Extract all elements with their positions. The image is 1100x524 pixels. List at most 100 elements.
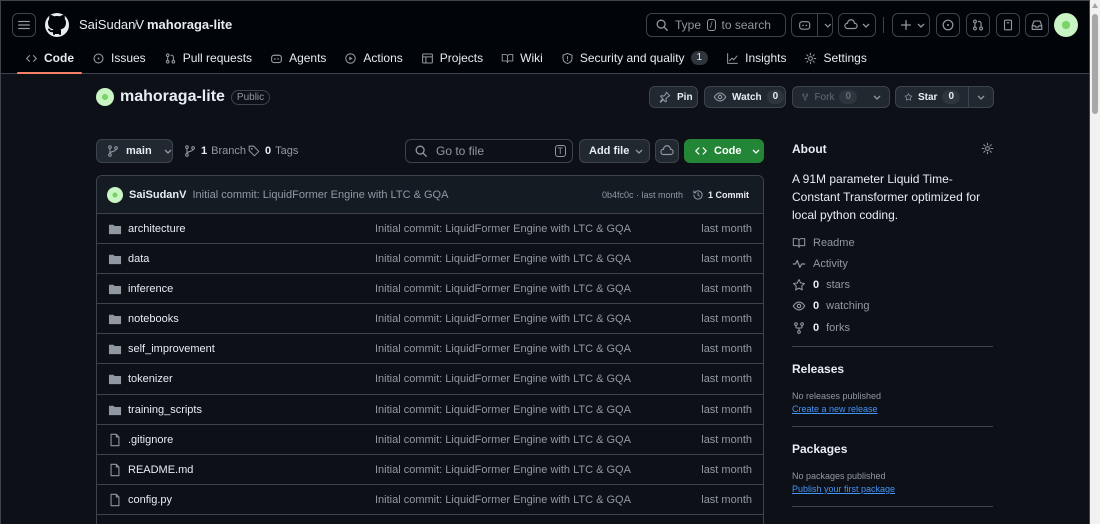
packages-heading[interactable]: Packages bbox=[792, 442, 847, 456]
file-row[interactable]: inference Initial commit: LiquidFormer En… bbox=[97, 274, 763, 305]
releases-heading[interactable]: Releases bbox=[792, 362, 844, 376]
file-commit-date: last month bbox=[701, 433, 752, 446]
file-commit-message[interactable]: Initial commit: LiquidFormer Engine with… bbox=[375, 253, 631, 265]
fork-dropdown[interactable] bbox=[865, 87, 889, 107]
file-commit-date: last month bbox=[701, 493, 752, 506]
search-placeholder-rest: to search bbox=[721, 18, 771, 32]
file-name[interactable]: self_improvement bbox=[128, 343, 215, 355]
user-avatar[interactable] bbox=[1054, 13, 1078, 37]
activity-label: Activity bbox=[813, 258, 848, 270]
fork-label: Fork bbox=[814, 91, 835, 103]
file-name[interactable]: tokenizer bbox=[128, 373, 173, 385]
file-name[interactable]: architecture bbox=[128, 223, 185, 235]
file-commit-message[interactable]: Initial commit: LiquidFormer Engine with… bbox=[375, 313, 631, 325]
commits-link[interactable]: 1 Commit bbox=[692, 189, 749, 201]
tab-insights[interactable]: Insights bbox=[718, 45, 794, 71]
tab-security-and-quality[interactable]: Security and quality 1 bbox=[553, 45, 716, 71]
tab-label: Settings bbox=[823, 51, 867, 65]
tab-agents[interactable]: Agents bbox=[262, 45, 334, 71]
file-name[interactable]: README.md bbox=[128, 464, 193, 476]
hamburger-icon bbox=[18, 20, 30, 30]
tab-issues[interactable]: Issues bbox=[84, 45, 154, 71]
repositories-button[interactable] bbox=[996, 13, 1020, 37]
commit-message[interactable]: Initial commit: LiquidFormer Engine with… bbox=[192, 189, 448, 201]
commit-author-avatar[interactable] bbox=[107, 186, 123, 203]
tab-code[interactable]: Code bbox=[17, 45, 82, 74]
forks-link[interactable]: 0 forks bbox=[792, 321, 850, 335]
pulse-icon bbox=[792, 259, 806, 269]
file-commit-message[interactable]: Initial commit: LiquidFormer Engine with… bbox=[375, 434, 631, 446]
file-row[interactable]: .gitignore Initial commit: LiquidFormer E… bbox=[97, 425, 763, 455]
file-commit-message[interactable]: Initial commit: LiquidFormer Engine with… bbox=[375, 404, 631, 416]
search-input[interactable]: Type / to search bbox=[646, 13, 786, 37]
chevron-down-icon bbox=[873, 95, 881, 100]
file-commit-message[interactable]: Initial commit: LiquidFormer Engine with… bbox=[375, 494, 631, 506]
readme-label: Readme bbox=[813, 237, 855, 249]
scrollbar-thumb[interactable] bbox=[1092, 14, 1098, 114]
file-name[interactable]: inference bbox=[128, 283, 173, 295]
stars-link[interactable]: 0 stars bbox=[792, 278, 850, 292]
star-button[interactable]: Star 0 bbox=[895, 86, 994, 108]
file-name[interactable]: .gitignore bbox=[128, 434, 173, 446]
tab-wiki[interactable]: Wiki bbox=[493, 45, 551, 71]
copilot-button[interactable] bbox=[791, 13, 833, 37]
page-scrollbar[interactable] bbox=[1090, 0, 1100, 524]
add-file-button[interactable]: Add file bbox=[579, 139, 650, 163]
owner-avatar[interactable] bbox=[96, 88, 114, 106]
cloud-icon bbox=[844, 19, 858, 30]
file-row[interactable]: config.py Initial commit: LiquidFormer En… bbox=[97, 485, 763, 515]
codespaces-button[interactable] bbox=[838, 13, 876, 37]
gear-icon[interactable] bbox=[981, 142, 994, 155]
file-name[interactable]: config.py bbox=[128, 494, 172, 506]
file-commit-message[interactable]: Initial commit: LiquidFormer Engine with… bbox=[375, 343, 631, 355]
readme-link[interactable]: Readme bbox=[792, 236, 855, 250]
pull-requests-button[interactable] bbox=[966, 13, 990, 37]
file-name[interactable]: training_scripts bbox=[128, 404, 202, 416]
repo-name[interactable]: mahoraga-lite bbox=[120, 88, 225, 106]
file-name[interactable]: notebooks bbox=[128, 313, 179, 325]
file-row[interactable]: tokenizer Initial commit: LiquidFormer En… bbox=[97, 364, 763, 395]
file-row[interactable]: notebooks Initial commit: LiquidFormer En… bbox=[97, 304, 763, 335]
tab-settings[interactable]: Settings bbox=[796, 45, 874, 71]
file-row[interactable]: self_improvement Initial commit: LiquidFo… bbox=[97, 334, 763, 365]
github-logo[interactable] bbox=[45, 13, 69, 37]
file-row[interactable]: training_scripts Initial commit: LiquidFo… bbox=[97, 395, 763, 425]
file-row[interactable]: data Initial commit: LiquidFormer Engine … bbox=[97, 244, 763, 275]
octocat-icon bbox=[48, 15, 66, 35]
pin-button[interactable]: Pin bbox=[649, 86, 698, 108]
issues-button[interactable] bbox=[936, 13, 960, 37]
inbox-button[interactable] bbox=[1025, 13, 1049, 37]
watch-button[interactable]: Watch 0 bbox=[704, 86, 803, 108]
branch-selector[interactable]: main bbox=[96, 139, 173, 163]
commit-hash-time[interactable]: 0b4fc0c · last month bbox=[602, 190, 683, 200]
menu-button[interactable] bbox=[12, 13, 36, 37]
chevron-down-icon bbox=[862, 23, 870, 28]
branches-link[interactable]: 1 Branch bbox=[183, 144, 246, 158]
pin-label: Pin bbox=[677, 91, 693, 103]
file-commit-message[interactable]: Initial commit: LiquidFormer Engine with… bbox=[375, 464, 631, 476]
go-to-file-input[interactable]: Go to file T bbox=[405, 139, 573, 163]
codespace-upload-button[interactable] bbox=[655, 139, 679, 163]
tags-link[interactable]: 0 Tags bbox=[247, 144, 298, 158]
breadcrumb-repo[interactable]: mahoraga-lite bbox=[147, 17, 232, 32]
file-commit-message[interactable]: Initial commit: LiquidFormer Engine with… bbox=[375, 283, 631, 295]
activity-link[interactable]: Activity bbox=[792, 257, 848, 271]
file-commit-message[interactable]: Initial commit: LiquidFormer Engine with… bbox=[375, 373, 631, 385]
commit-author[interactable]: SaiSudanV bbox=[129, 189, 186, 201]
tab-projects[interactable]: Projects bbox=[413, 45, 491, 71]
file-row[interactable]: architecture Initial commit: LiquidFormer… bbox=[97, 214, 763, 245]
publish-package-link[interactable]: Publish your first package bbox=[792, 484, 895, 494]
scroll-up-arrow[interactable] bbox=[1092, 3, 1098, 8]
create-release-link[interactable]: Create a new release bbox=[792, 404, 878, 414]
create-new-button[interactable] bbox=[892, 13, 930, 37]
watching-link[interactable]: 0 watching bbox=[792, 299, 870, 313]
star-dropdown[interactable] bbox=[969, 87, 993, 107]
file-name[interactable]: data bbox=[128, 253, 149, 265]
code-button[interactable]: Code bbox=[684, 139, 764, 163]
folder-icon bbox=[108, 375, 122, 385]
file-row[interactable]: README.md Initial commit: LiquidFormer En… bbox=[97, 455, 763, 485]
tab-actions[interactable]: Actions bbox=[336, 45, 410, 71]
file-commit-message[interactable]: Initial commit: LiquidFormer Engine with… bbox=[375, 223, 631, 235]
fork-button[interactable]: Fork 0 bbox=[792, 86, 890, 108]
tab-pull-requests[interactable]: Pull requests bbox=[156, 45, 260, 71]
